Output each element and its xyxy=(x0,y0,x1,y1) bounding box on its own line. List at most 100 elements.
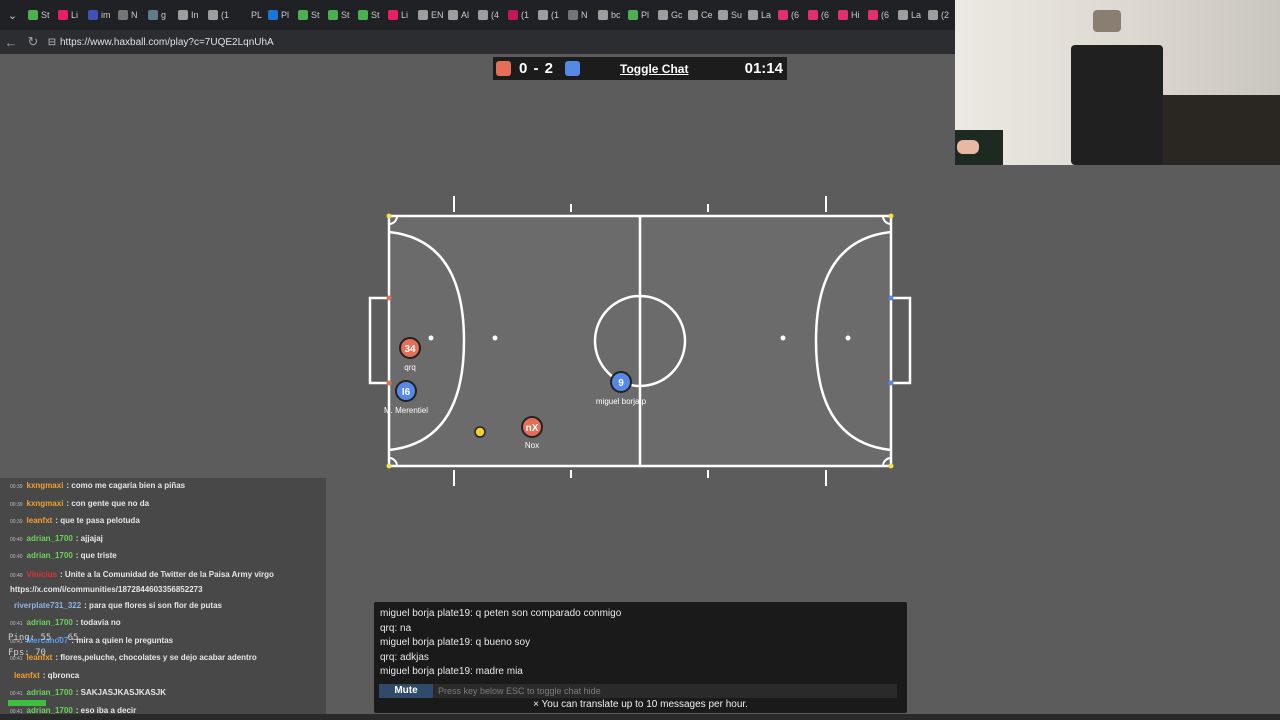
tab-label: (6 xyxy=(881,10,890,20)
chat-username[interactable]: adrian_1700 xyxy=(27,534,73,543)
browser-tab[interactable]: (6 xyxy=(805,4,835,26)
toggle-chat-button[interactable]: Toggle Chat xyxy=(620,62,688,76)
back-arrow-icon[interactable]: ← xyxy=(0,35,22,50)
browser-tab[interactable]: Pl xyxy=(625,4,655,26)
chat-username[interactable]: riverplate731_322 xyxy=(14,601,81,610)
tab-favicon-icon xyxy=(238,10,248,20)
browser-tab[interactable]: St xyxy=(25,4,55,26)
scoreboard: 0 - 2 Toggle Chat 01:14 xyxy=(493,57,787,80)
webcam-chair xyxy=(1071,45,1163,165)
chat-log-row: 00:40 Vinicius: Unite a la Comunidad de T… xyxy=(0,566,326,598)
tab-favicon-icon xyxy=(418,10,428,20)
browser-tab[interactable]: g xyxy=(145,4,175,26)
browser-tab[interactable]: St xyxy=(325,4,355,26)
tab-label: bc xyxy=(611,10,621,20)
ping-readout: Ping: 55 - 65 xyxy=(8,633,79,643)
chat-message: : todavia no xyxy=(75,618,121,627)
tab-list-chevron-icon[interactable]: ⌄ xyxy=(0,9,25,22)
browser-tab[interactable]: (6 xyxy=(865,4,895,26)
player-name: M. Merentiel xyxy=(384,406,428,415)
tab-label: N xyxy=(581,10,588,20)
tab-favicon-icon xyxy=(298,10,308,20)
tab-favicon-icon xyxy=(628,10,638,20)
tab-label: Su xyxy=(731,10,743,20)
browser-tab[interactable]: (1 xyxy=(535,4,565,26)
browser-tab[interactable]: Pl xyxy=(265,4,295,26)
corner-flag-br xyxy=(888,463,894,469)
chat-log-row: leanfxt: qbronca xyxy=(0,668,326,686)
tab-favicon-icon xyxy=(718,10,728,20)
tab-favicon-icon xyxy=(538,10,548,20)
chat-username[interactable]: Vinicius xyxy=(27,570,58,579)
tab-label: (1 xyxy=(551,10,560,20)
tab-favicon-icon xyxy=(328,10,338,20)
browser-tab[interactable]: In xyxy=(175,4,205,26)
browser-tab[interactable]: Gc xyxy=(655,4,685,26)
reload-icon[interactable]: ↻ xyxy=(22,34,44,50)
webcam-hand xyxy=(957,140,979,154)
right-goal xyxy=(891,296,912,385)
url-field[interactable]: https://www.haxball.com/play?c=7UQE2LqnU… xyxy=(60,37,274,48)
tabs-container: St Li im Ng In (1 PL Pl St St St Li EN Al (4 (1 (1 Nbc Pl G… xyxy=(25,4,955,26)
mute-button[interactable]: Mute xyxy=(379,684,433,698)
chat-timestamp: 00:39 xyxy=(10,501,23,508)
browser-tab[interactable]: (2 xyxy=(925,4,955,26)
chat-message: : que triste xyxy=(75,551,117,560)
tab-label: (1 xyxy=(521,10,530,20)
browser-tab[interactable]: PL xyxy=(235,4,265,26)
site-info-icon[interactable]: ⊟ xyxy=(44,37,60,48)
browser-tab[interactable]: Su xyxy=(715,4,745,26)
player-avatar: I6 xyxy=(402,387,411,398)
chat-username[interactable]: kxngmaxi xyxy=(27,499,64,508)
browser-tab[interactable]: im xyxy=(85,4,115,26)
chat-username[interactable]: leanfxt xyxy=(14,671,40,680)
browser-tab[interactable]: St xyxy=(295,4,325,26)
blue-team-square xyxy=(565,61,581,76)
chat-username[interactable]: leanfxt xyxy=(27,516,53,525)
browser-tab[interactable]: Ce xyxy=(685,4,715,26)
tab-favicon-icon xyxy=(388,10,398,20)
chat-log-row: riverplate731_322: para que flores si so… xyxy=(0,598,326,616)
tab-label: im xyxy=(101,10,111,20)
tab-favicon-icon xyxy=(748,10,758,20)
chat-input[interactable]: Press key below ESC to toggle chat hide xyxy=(433,684,897,698)
browser-tab[interactable]: bc xyxy=(595,4,625,26)
tab-favicon-icon xyxy=(28,10,38,20)
chat-username[interactable]: kxngmaxi xyxy=(27,481,64,490)
browser-tab[interactable]: Hi xyxy=(835,4,865,26)
chat-message: : mira a quien le preguntas xyxy=(71,635,174,645)
browser-tab[interactable]: (4 xyxy=(475,4,505,26)
chat-username[interactable]: adrian_1700 xyxy=(27,618,73,627)
browser-tab[interactable]: N xyxy=(115,4,145,26)
tab-favicon-icon xyxy=(658,10,668,20)
browser-tab[interactable]: Li xyxy=(385,4,415,26)
tab-label: Pl xyxy=(641,10,650,20)
browser-tab[interactable]: (1 xyxy=(505,4,535,26)
game-chat-input-row: Mute Press key below ESC to toggle chat … xyxy=(379,684,897,698)
address-bar: ← ↻ ⊟ https://www.haxball.com/play?c=7UQ… xyxy=(0,30,955,54)
tab-label: Li xyxy=(401,10,409,20)
tab-favicon-icon xyxy=(928,10,938,20)
chat-timestamp: 00:39 xyxy=(10,519,23,525)
tab-label: Ce xyxy=(701,10,713,20)
chat-username[interactable]: adrian_1700 xyxy=(27,688,73,697)
webcam-toy xyxy=(1093,10,1121,32)
chat-username[interactable]: adrian_1700 xyxy=(27,551,73,560)
right-goal-post-bottom xyxy=(888,380,894,386)
browser-tab[interactable]: La xyxy=(895,4,925,26)
browser-tab[interactable]: Li xyxy=(55,4,85,26)
tab-label: (6 xyxy=(791,10,800,20)
browser-tab[interactable]: (6 xyxy=(775,4,805,26)
chat-log-row: 00:41 adrian_1700: SAKJASJKASJKASJK xyxy=(0,685,326,703)
browser-tab[interactable]: St xyxy=(355,4,385,26)
browser-tab[interactable]: (1 xyxy=(205,4,235,26)
chat-timestamp: 00:41 xyxy=(10,691,23,697)
browser-tab[interactable]: Al xyxy=(445,4,475,26)
browser-tab[interactable]: La xyxy=(745,4,775,26)
browser-tab[interactable]: EN xyxy=(415,4,445,26)
player-name: Nox xyxy=(525,441,539,450)
chat-message: : como me cagaria bien a piñas xyxy=(66,481,186,490)
tab-label: Pl xyxy=(281,10,290,20)
tab-label: (2 xyxy=(941,10,950,20)
browser-tab[interactable]: N xyxy=(565,4,595,26)
